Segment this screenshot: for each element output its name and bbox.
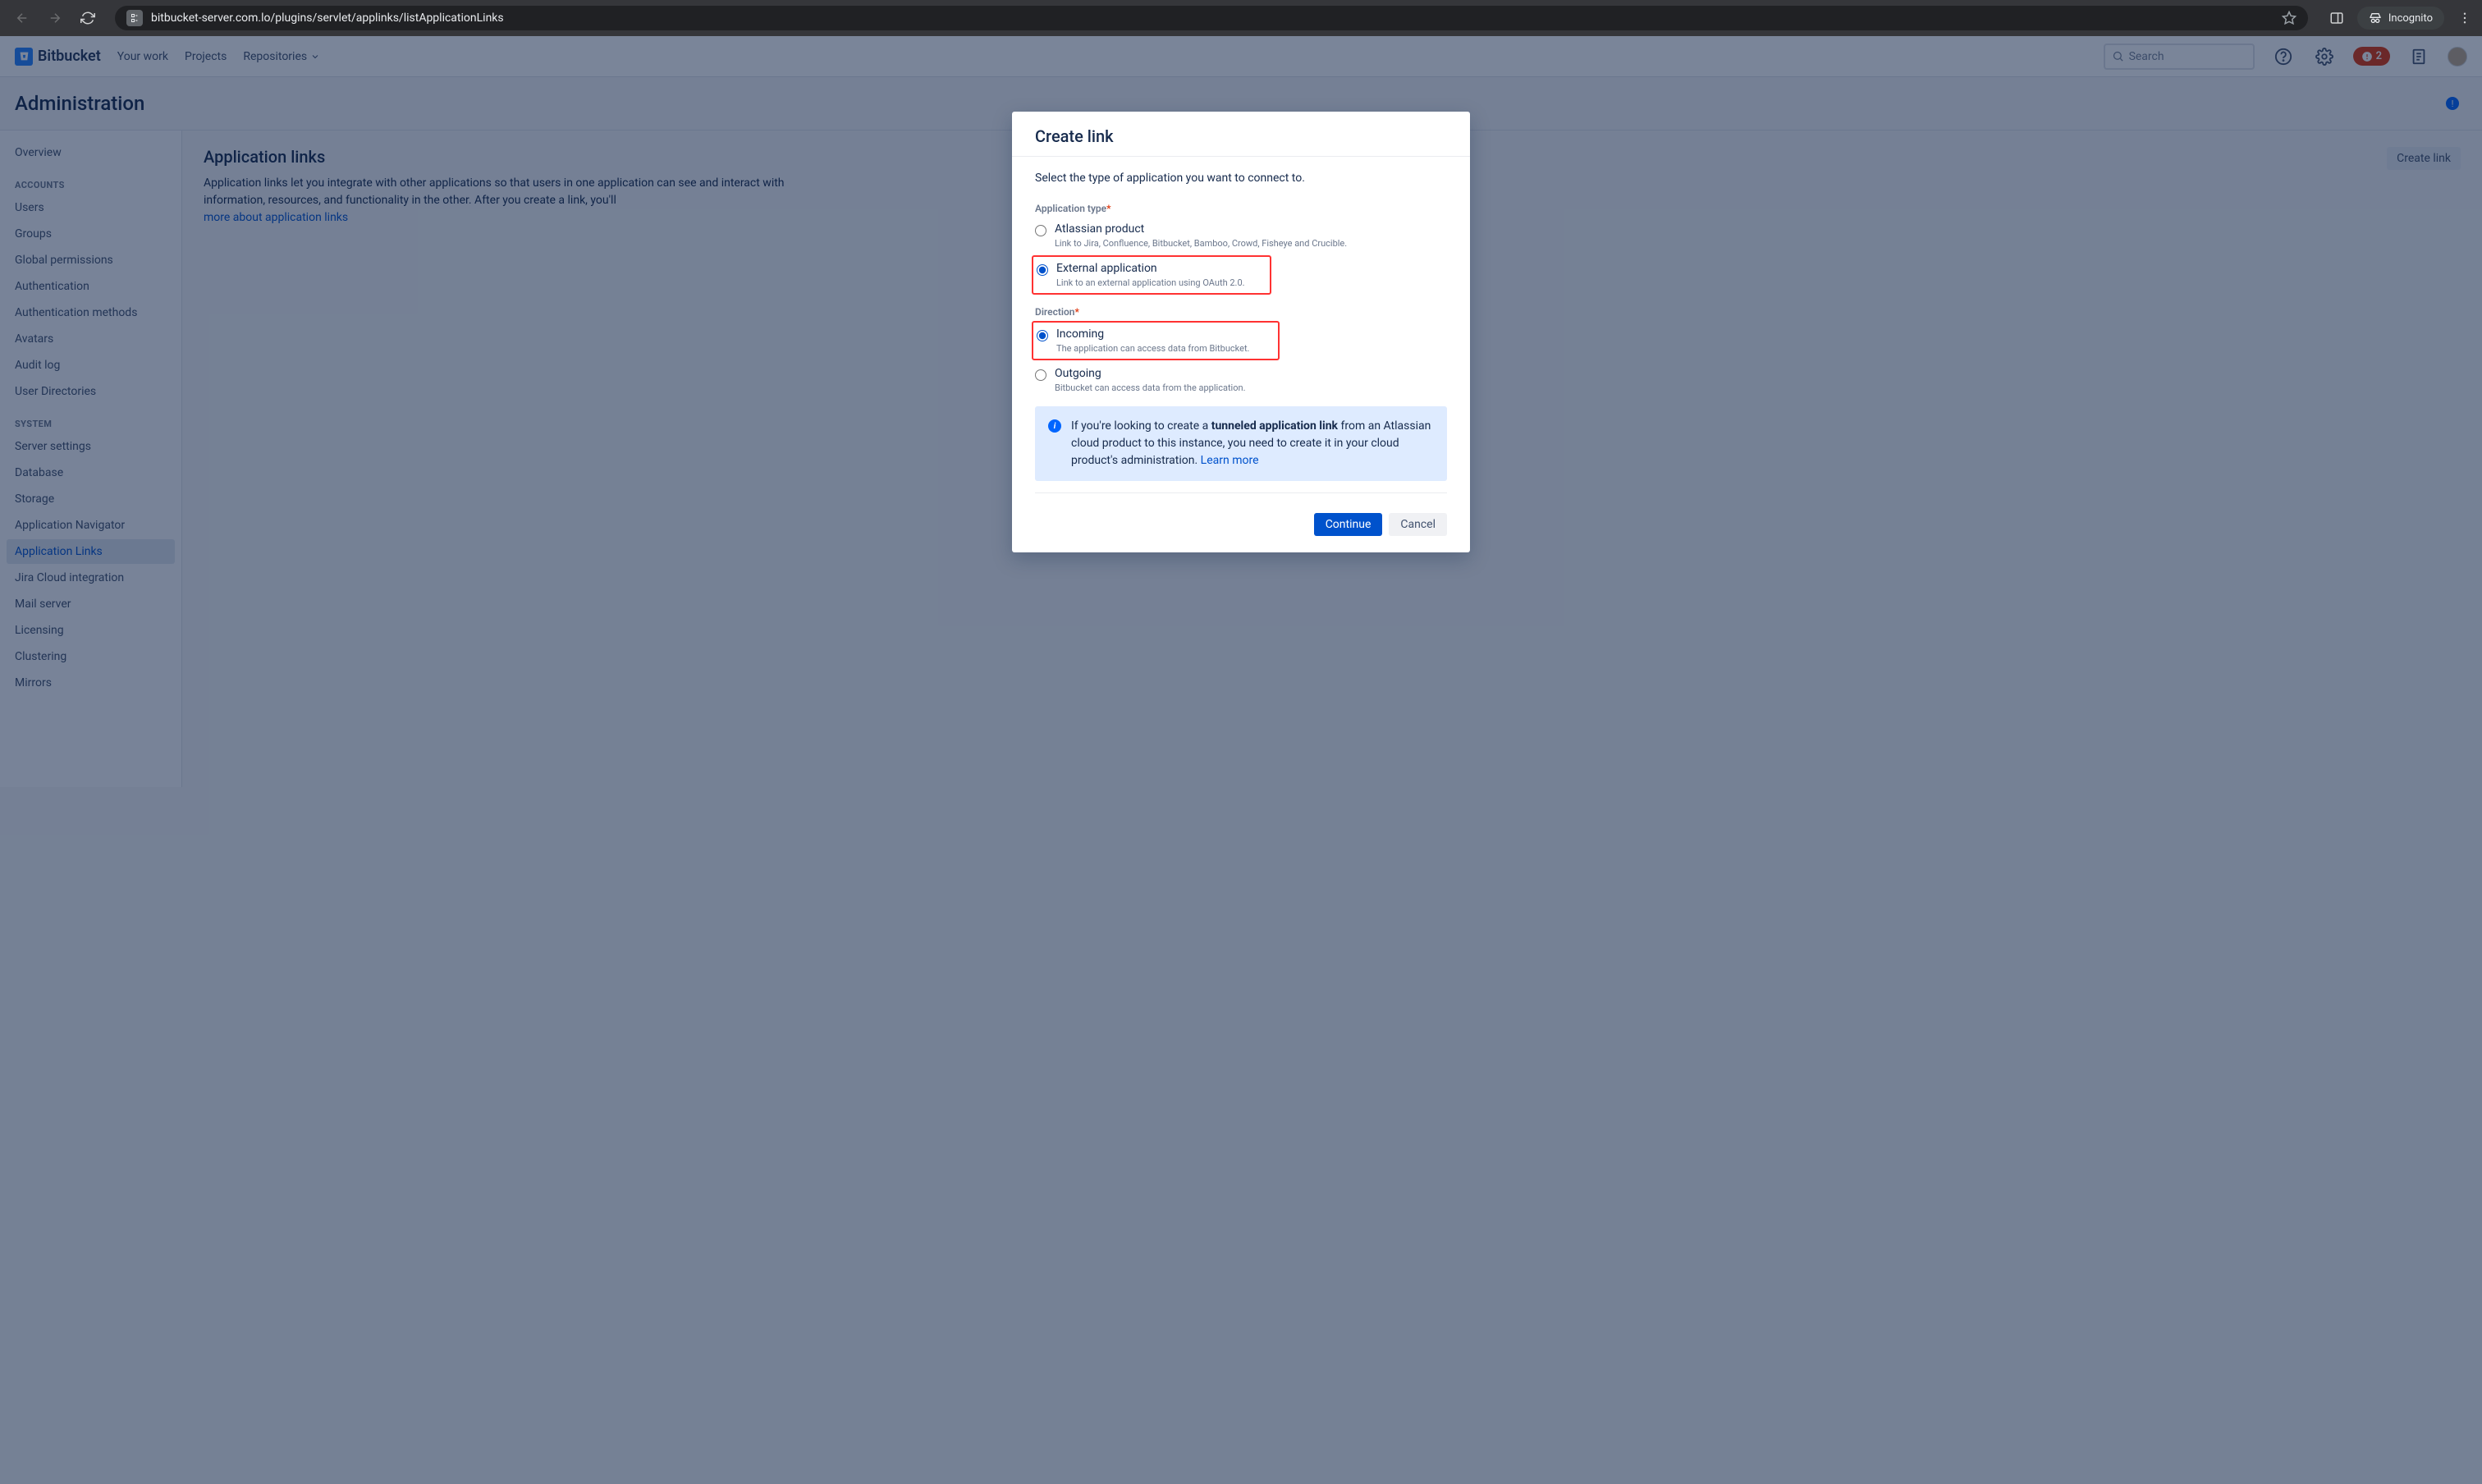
dialog-title: Create link: [1012, 112, 1470, 157]
app-type-label: Application type*: [1035, 203, 1447, 214]
site-settings-icon[interactable]: [126, 10, 143, 26]
radio-atlassian-desc: Link to Jira, Confluence, Bitbucket, Bam…: [1055, 238, 1447, 249]
highlight-external: External application Link to an external…: [1032, 255, 1271, 295]
radio-incoming-desc: The application can access data from Bit…: [1056, 343, 1276, 354]
radio-outgoing-input[interactable]: [1035, 369, 1046, 381]
cancel-button[interactable]: Cancel: [1389, 513, 1447, 536]
radio-outgoing-desc: Bitbucket can access data from the appli…: [1055, 382, 1447, 393]
radio-atlassian-label: Atlassian product: [1055, 222, 1144, 236]
radio-external-input[interactable]: [1037, 264, 1048, 276]
radio-atlassian-input[interactable]: [1035, 225, 1046, 236]
radio-external-application[interactable]: External application: [1033, 259, 1268, 277]
url-text: bitbucket-server.com.lo/plugins/servlet/…: [151, 11, 504, 25]
radio-atlassian-product[interactable]: Atlassian product: [1035, 219, 1447, 238]
radio-incoming-input[interactable]: [1037, 330, 1048, 341]
info-panel: i If you're looking to create a tunneled…: [1035, 406, 1447, 481]
radio-incoming[interactable]: Incoming: [1033, 324, 1276, 343]
info-text: If you're looking to create a tunneled a…: [1071, 418, 1434, 469]
continue-button[interactable]: Continue: [1314, 513, 1383, 536]
reload-button[interactable]: [76, 6, 100, 30]
radio-incoming-label: Incoming: [1056, 327, 1104, 341]
kebab-menu-icon[interactable]: [2457, 11, 2472, 25]
url-bar[interactable]: bitbucket-server.com.lo/plugins/servlet/…: [115, 6, 2308, 30]
star-icon[interactable]: [2282, 11, 2297, 25]
radio-external-label: External application: [1056, 262, 1157, 275]
incognito-label: Incognito: [2388, 12, 2433, 25]
info-learn-more-link[interactable]: Learn more: [1201, 454, 1259, 467]
incognito-indicator[interactable]: Incognito: [2357, 7, 2444, 30]
back-button[interactable]: [10, 6, 34, 30]
dialog-divider: [1035, 492, 1447, 493]
radio-external-desc: Link to an external application using OA…: [1056, 277, 1268, 288]
dialog-subtitle: Select the type of application you want …: [1035, 172, 1447, 185]
create-link-dialog: Create link Select the type of applicati…: [1012, 112, 1470, 552]
radio-outgoing[interactable]: Outgoing: [1035, 364, 1447, 382]
direction-label: Direction*: [1035, 306, 1447, 318]
panel-icon[interactable]: [2329, 11, 2344, 25]
highlight-incoming: Incoming The application can access data…: [1032, 321, 1280, 360]
info-icon: i: [1048, 419, 1061, 433]
browser-chrome: bitbucket-server.com.lo/plugins/servlet/…: [0, 0, 2482, 36]
incognito-icon: [2369, 11, 2382, 25]
dialog-footer: Continue Cancel: [1012, 508, 1470, 552]
radio-outgoing-label: Outgoing: [1055, 367, 1101, 380]
forward-button[interactable]: [43, 6, 67, 30]
